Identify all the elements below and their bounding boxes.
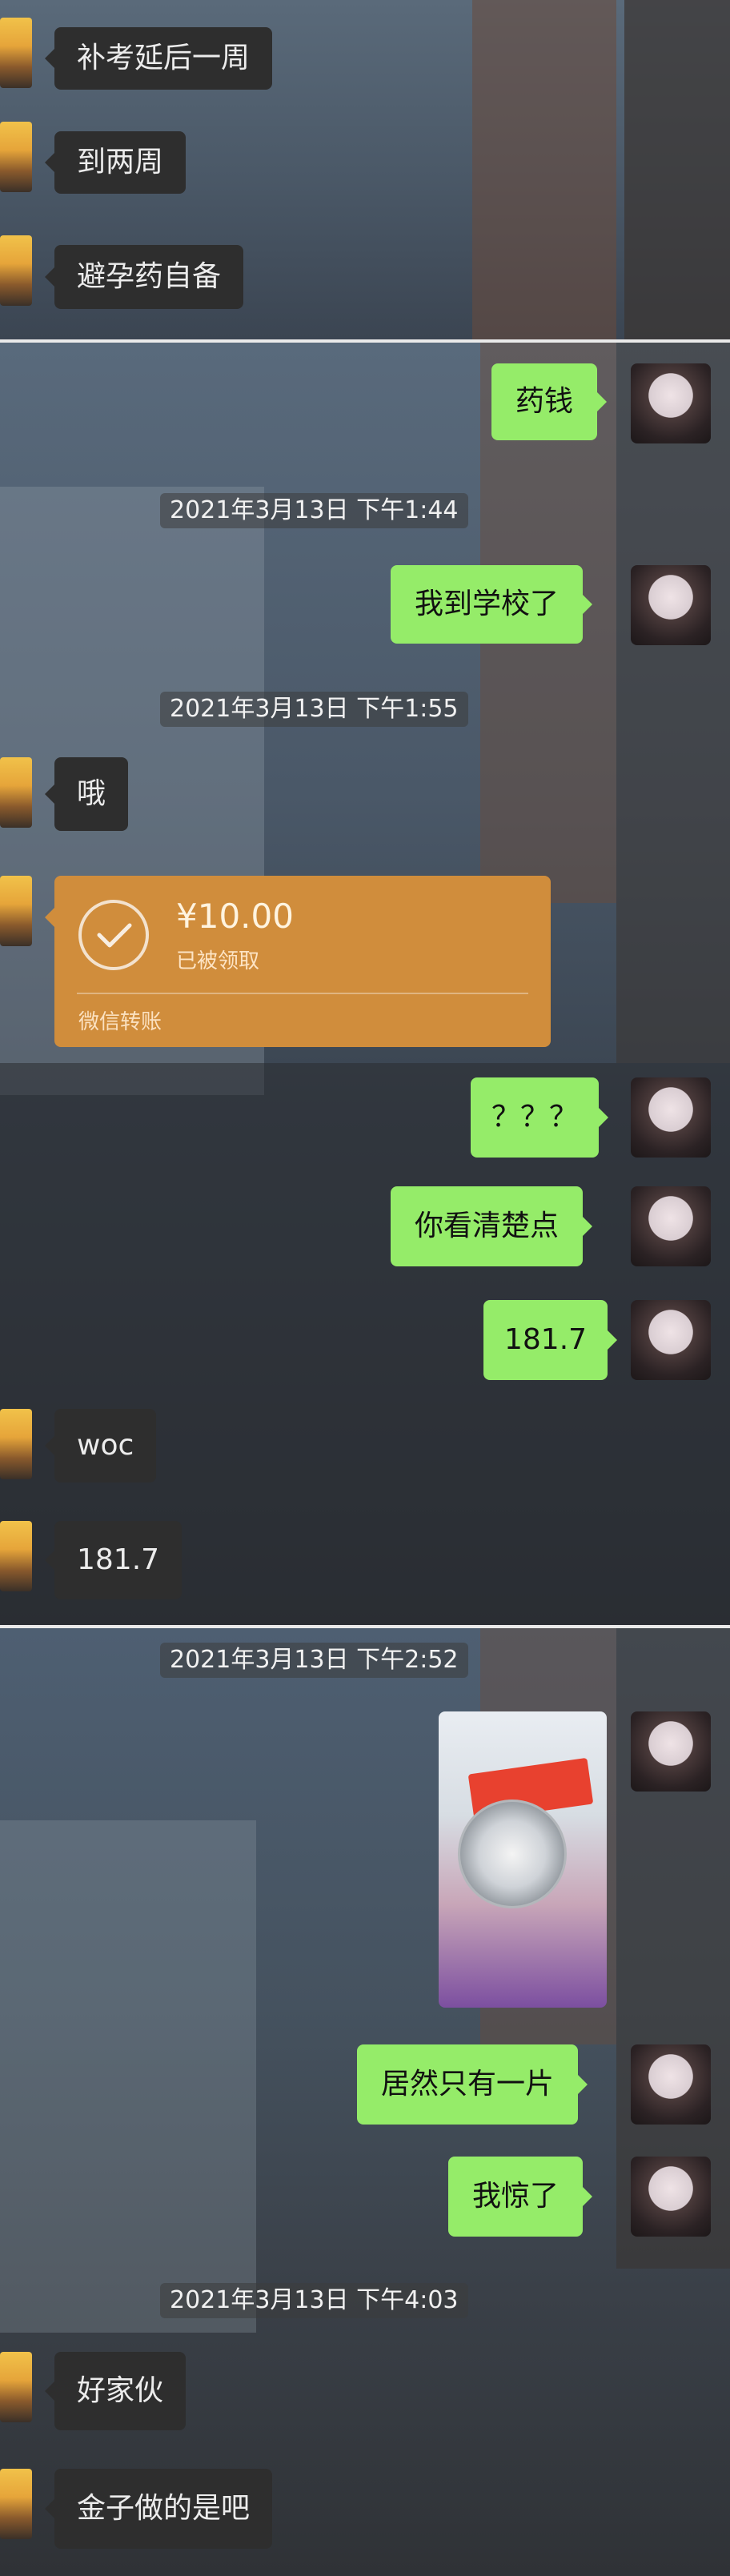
transfer-label: 微信转账 [78,1010,162,1034]
avatar[interactable] [631,1186,711,1266]
avatar[interactable] [0,1409,32,1479]
chat-panel-1: 补考延后一周 到两周 避孕药自备 [0,0,730,339]
message-bubble[interactable]: 你看清楚点 [391,1186,593,1266]
avatar[interactable] [631,2157,711,2237]
background-building [624,0,730,339]
chat-panel-2: 药钱 2021年3月13日 下午1:44 我到学校了 2021年3月13日 下午… [0,343,730,1625]
avatar[interactable] [631,565,711,645]
message-bubble[interactable]: 我到学校了 [391,565,593,644]
message-bubble[interactable]: 181.7 [483,1300,618,1380]
message-bubble[interactable]: 居然只有一片 [357,2044,588,2125]
message-bubble[interactable]: 药钱 [491,363,608,440]
message-bubble[interactable]: 到两周 [44,131,187,194]
message-bubble[interactable]: 补考延后一周 [44,27,273,90]
avatar[interactable] [0,18,32,88]
image-message[interactable] [439,1711,607,2008]
avatar[interactable] [631,1300,711,1380]
transfer-amount: ¥10.00 [176,897,294,936]
timestamp: 2021年3月13日 下午1:55 [160,692,468,727]
avatar[interactable] [0,757,32,828]
message-bubble[interactable]: 好家伙 [44,2352,187,2430]
transfer-status: 已被领取 [176,949,260,973]
message-bubble[interactable]: 哦 [44,757,129,831]
message-bubble[interactable]: ？？？ [471,1077,609,1158]
divider [77,993,528,994]
avatar[interactable] [631,1711,711,1792]
transfer-card[interactable]: ¥10.00 已被领取 微信转账 [45,876,551,1047]
avatar[interactable] [631,1077,711,1158]
timestamp: 2021年3月13日 下午4:03 [160,2283,468,2318]
check-circle-icon [78,900,149,970]
message-bubble[interactable]: 避孕药自备 [44,245,244,309]
avatar[interactable] [631,363,711,443]
message-bubble[interactable]: 我惊了 [448,2157,593,2237]
background-building [616,343,730,1063]
avatar[interactable] [0,2469,32,2539]
background-building [0,1820,256,2333]
timestamp: 2021年3月13日 下午1:44 [160,493,468,528]
background-building [472,0,616,339]
avatar[interactable] [0,235,32,306]
message-bubble[interactable]: woc [44,1409,157,1483]
chat-panel-3: 2021年3月13日 下午2:52 居然只有一片 我惊了 2021年3月13日 … [0,1628,730,2576]
avatar[interactable] [0,2352,32,2422]
avatar[interactable] [0,122,32,192]
timestamp: 2021年3月13日 下午2:52 [160,1643,468,1678]
avatar[interactable] [0,1521,32,1591]
message-bubble[interactable]: 181.7 [44,1521,182,1599]
avatar[interactable] [631,2044,711,2125]
avatar[interactable] [0,876,32,946]
pill-blister [458,1800,567,1908]
message-bubble[interactable]: 金子做的是吧 [44,2469,273,2549]
